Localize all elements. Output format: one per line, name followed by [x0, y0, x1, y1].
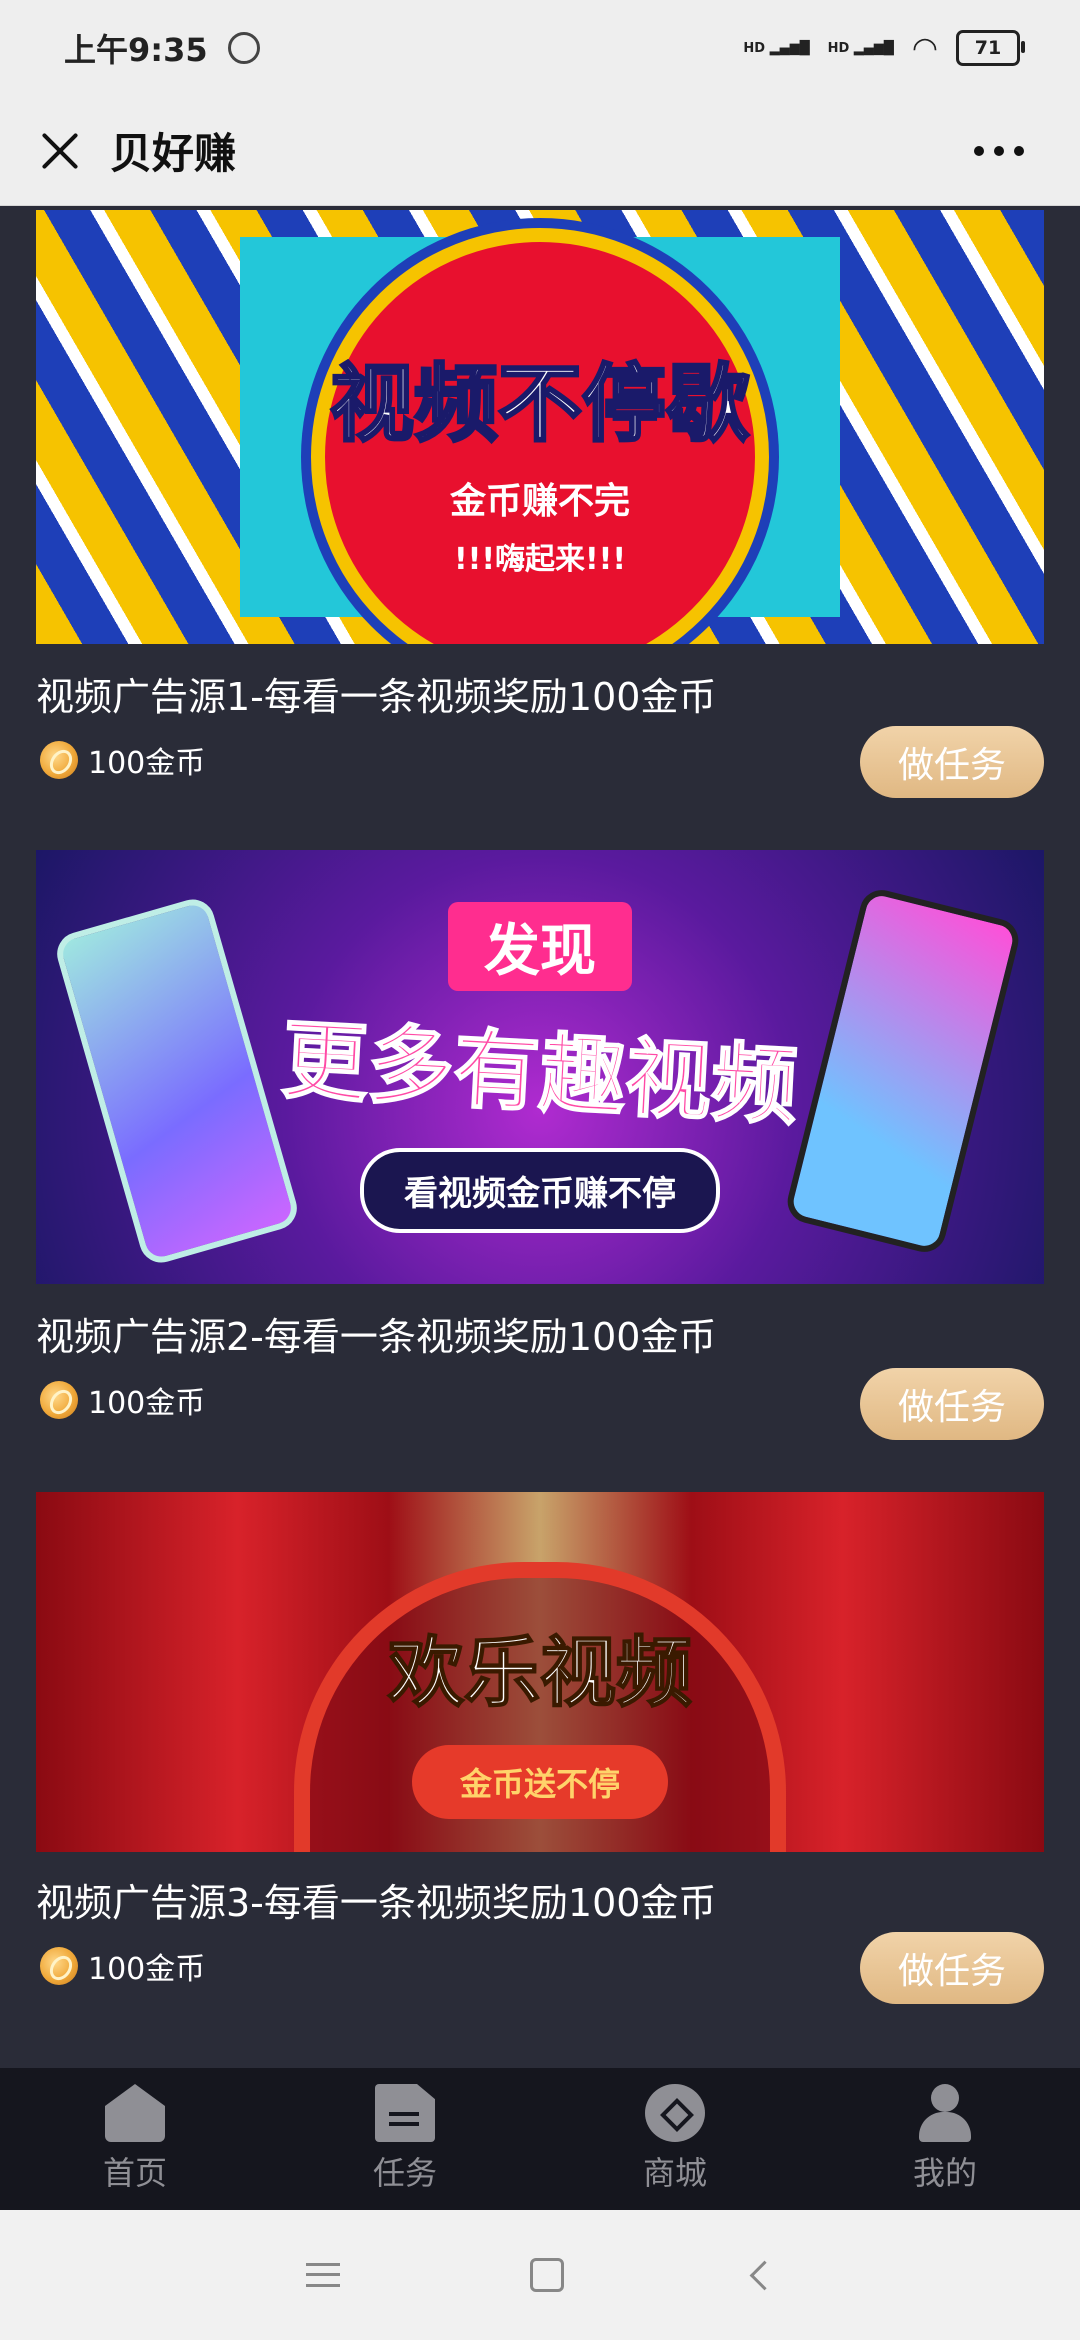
nav-item-profile[interactable]: 我的: [845, 2084, 1045, 2194]
page-title: 贝好赚: [110, 129, 237, 178]
task-reward: 100金币: [40, 1944, 205, 1988]
bottom-navigation: 首页 任务 商城 我的: [0, 2068, 1080, 2210]
task-reward: 100金币: [40, 738, 205, 782]
nav-item-store[interactable]: 商城: [575, 2084, 775, 2194]
document-icon: [375, 2084, 435, 2142]
banner-subline-2: !!!嗨起来!!!: [453, 541, 627, 577]
reward-amount: 100金币: [88, 1386, 206, 1421]
task-banner-image[interactable]: 欢乐视频 金币送不停: [36, 1492, 1044, 1852]
phone-illustration: [52, 894, 302, 1268]
banner-headline: 视频不停歇: [328, 353, 751, 454]
coin-icon: [40, 1947, 78, 1985]
task-title: 视频广告源1-每看一条视频奖励100金币: [36, 675, 717, 719]
phone-illustration: [783, 885, 1023, 1257]
coin-icon: [40, 1381, 78, 1419]
home-icon: [105, 2084, 165, 2142]
banner-subline: 金币送不停: [411, 1745, 668, 1819]
signal-hd-label-2: HD: [827, 40, 850, 56]
nav-item-home[interactable]: 首页: [35, 2084, 235, 2194]
nav-item-tasks[interactable]: 任务: [305, 2084, 505, 2194]
nav-label: 我的: [912, 2154, 977, 2192]
nav-label: 商城: [642, 2154, 707, 2192]
signal-icon: HD ▂▄▆█: [743, 40, 810, 56]
back-icon[interactable]: [749, 2260, 779, 2290]
task-title: 视频广告源2-每看一条视频奖励100金币: [36, 1315, 717, 1359]
coin-icon: [40, 741, 78, 779]
task-banner-image[interactable]: 发现 更多有趣视频 看视频金币赚不停: [36, 850, 1044, 1284]
store-icon: [645, 2084, 705, 2142]
banner-subline: 金币赚不完: [449, 480, 630, 522]
status-bar: 上午9:35 HD ▂▄▆█ HD ▂▄▆█ ◠ 71: [0, 0, 1080, 96]
nav-label: 首页: [102, 2154, 167, 2192]
status-time: 上午9:35: [64, 31, 208, 69]
task-title: 视频广告源3-每看一条视频奖励100金币: [36, 1881, 717, 1925]
battery-icon: 71: [956, 30, 1025, 66]
reward-amount: 100金币: [88, 746, 206, 781]
reward-amount: 100金币: [88, 1952, 206, 1987]
do-task-button[interactable]: 做任务: [860, 1932, 1044, 2004]
recent-apps-icon[interactable]: [305, 2263, 340, 2287]
wifi-icon: ◠: [911, 30, 938, 66]
banner-headline: 欢乐视频: [387, 1627, 693, 1718]
close-icon[interactable]: [32, 123, 88, 179]
signal-icon-2: HD ▂▄▆█: [827, 40, 894, 56]
task-reward: 100金币: [40, 1378, 205, 1422]
do-task-button[interactable]: 做任务: [860, 1368, 1044, 1440]
alarm-icon: [227, 32, 260, 64]
system-navigation-bar: [0, 2210, 1080, 2340]
banner-subline: 看视频金币赚不停: [360, 1147, 720, 1233]
banner-headline: 更多有趣视频: [278, 1009, 801, 1138]
nav-label: 任务: [372, 2154, 437, 2192]
signal-hd-label: HD: [743, 40, 766, 56]
battery-level: 71: [974, 37, 1002, 59]
task-banner-image[interactable]: 视频不停歇 金币赚不完 !!!嗨起来!!!: [36, 210, 1044, 644]
do-task-button[interactable]: 做任务: [860, 726, 1044, 798]
system-home-icon[interactable]: [529, 2258, 564, 2292]
user-icon: [915, 2084, 975, 2142]
banner-tag: 发现: [448, 901, 632, 991]
top-app-bar: 贝好赚: [0, 96, 1080, 206]
more-options-icon[interactable]: [974, 145, 1024, 156]
